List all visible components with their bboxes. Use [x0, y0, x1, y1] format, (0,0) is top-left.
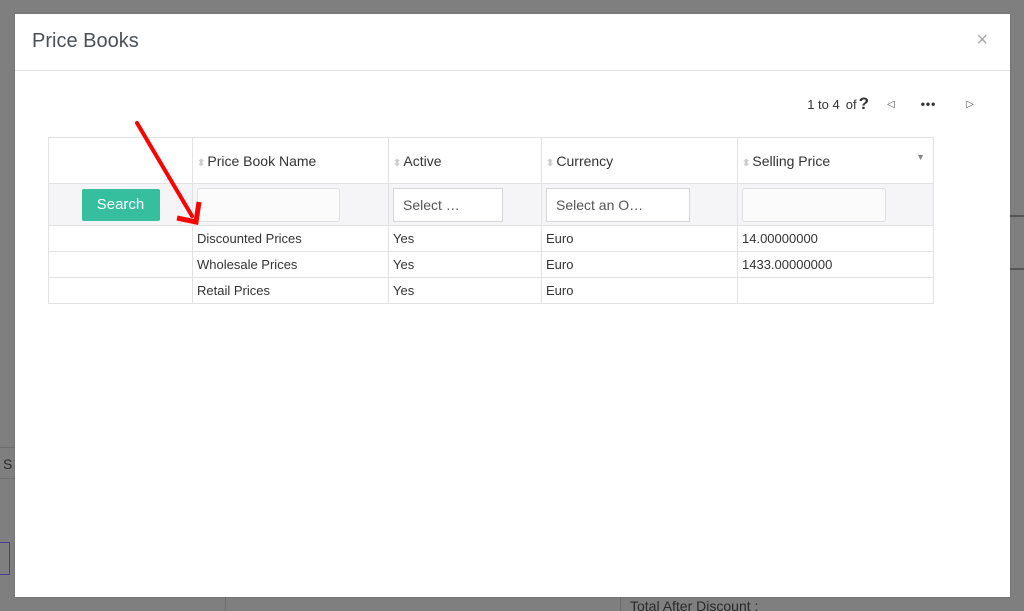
active-cell: Yes	[388, 251, 542, 278]
bg-input-fragment	[0, 542, 10, 575]
price-book-name-cell[interactable]: Discounted Prices	[192, 225, 389, 252]
pagination: 1 to 4 of ? ◁ ••• ▷	[807, 94, 974, 114]
name-filter-input[interactable]	[197, 187, 340, 222]
currency-filter-select[interactable]: Select an O…	[546, 187, 690, 222]
filter-cell-selling-price	[737, 183, 934, 226]
page-of-label: of	[845, 96, 857, 112]
bg-divider	[1010, 215, 1024, 217]
next-page-icon[interactable]: ▷	[966, 99, 974, 110]
search-button[interactable]: Search	[81, 188, 160, 221]
price-book-name-cell[interactable]: Wholesale Prices	[192, 251, 389, 278]
table-row[interactable]: Wholesale Prices Yes Euro 1433.00000000	[48, 251, 934, 278]
modal-header: Price Books ×	[15, 14, 1010, 71]
currency-cell: Euro	[541, 225, 738, 252]
selling-price-cell: 1433.00000000	[737, 251, 934, 278]
close-icon[interactable]: ×	[976, 30, 988, 50]
active-cell: Yes	[388, 277, 542, 304]
column-label: Currency	[556, 152, 614, 169]
sort-icon[interactable]: ⬍	[545, 158, 555, 169]
selling-price-cell	[737, 277, 934, 304]
column-menu-icon[interactable]: ▼	[916, 152, 925, 162]
column-label: Selling Price	[752, 152, 831, 169]
sort-icon[interactable]: ⬍	[392, 158, 402, 169]
filter-row: Search Select … Select an O…	[48, 183, 934, 226]
modal-title: Price Books	[32, 30, 139, 52]
column-header-active[interactable]: ⬍Active	[388, 137, 542, 184]
table-row[interactable]: Discounted Prices Yes Euro 14.00000000	[48, 225, 934, 252]
total-after-discount-label: Total After Discount :	[630, 598, 759, 611]
currency-cell: Euro	[541, 251, 738, 278]
column-header-name[interactable]: ⬍Price Book Name	[192, 137, 389, 184]
selling-price-filter-input[interactable]	[742, 187, 886, 222]
active-filter-select[interactable]: Select …	[393, 187, 503, 222]
column-label: Active	[403, 152, 442, 169]
column-header-currency[interactable]: ⬍Currency	[541, 137, 738, 184]
active-cell: Yes	[388, 225, 542, 252]
bg-text-fragment: S	[3, 456, 13, 472]
filter-cell-name	[192, 183, 389, 226]
price-books-table: ⬍Price Book Name ⬍Active ⬍Currency ⬍Sell…	[48, 137, 934, 304]
selling-price-cell: 14.00000000	[737, 225, 934, 252]
filter-cell-currency: Select an O…	[541, 183, 738, 226]
price-book-name-cell[interactable]: Retail Prices	[192, 277, 389, 304]
more-pages-icon[interactable]: •••	[921, 97, 937, 111]
bg-divider	[225, 597, 226, 611]
bg-divider	[620, 597, 621, 611]
row-actions-cell	[48, 251, 193, 278]
column-label: Price Book Name	[207, 152, 317, 169]
table-row[interactable]: Retail Prices Yes Euro	[48, 277, 934, 304]
row-actions-cell	[48, 277, 193, 304]
page-total: ?	[858, 94, 869, 113]
previous-page-icon[interactable]: ◁	[887, 99, 895, 110]
filter-cell-actions: Search	[48, 183, 193, 226]
price-books-modal: Price Books × 1 to 4 of ? ◁ ••• ▷ ⬍Price…	[15, 14, 1010, 597]
bg-divider	[0, 478, 15, 479]
header-row: ⬍Price Book Name ⬍Active ⬍Currency ⬍Sell…	[48, 137, 934, 184]
column-header-actions	[48, 137, 193, 184]
sort-icon[interactable]: ⬍	[741, 158, 751, 169]
filter-cell-active: Select …	[388, 183, 542, 226]
row-actions-cell	[48, 225, 193, 252]
column-header-selling-price[interactable]: ⬍Selling Price ▼	[737, 137, 934, 184]
bg-divider	[1010, 268, 1024, 270]
sort-icon[interactable]: ⬍	[196, 158, 206, 169]
currency-cell: Euro	[541, 277, 738, 304]
bg-divider	[0, 447, 15, 448]
page-range: 1 to 4	[807, 96, 840, 112]
